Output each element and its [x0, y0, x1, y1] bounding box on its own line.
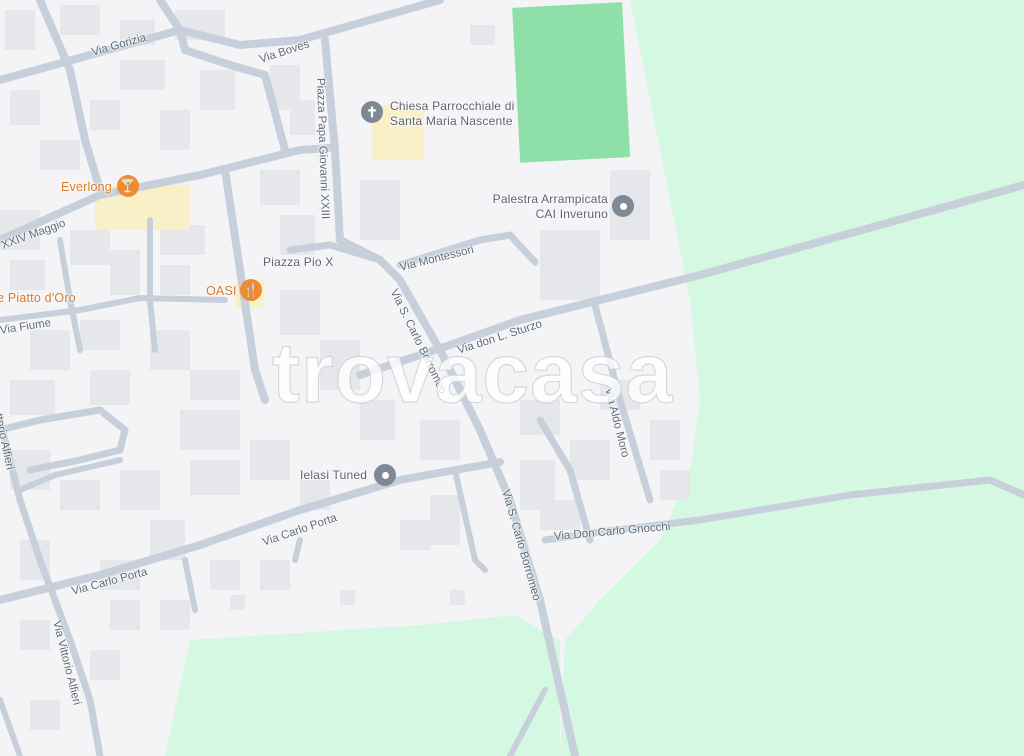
gym-pin-icon[interactable]: [612, 195, 634, 217]
church-label[interactable]: Chiesa Parrocchiale di Santa Maria Nasce…: [390, 99, 514, 129]
church-label-line2: Santa Maria Nascente: [390, 114, 513, 128]
gym-label[interactable]: Palestra Arrampicata CAI Inveruno: [485, 192, 608, 222]
everlong-label[interactable]: Everlong: [61, 180, 112, 194]
gym-label-line1: Palestra Arrampicata: [492, 192, 608, 206]
watermark: trovacasa: [271, 325, 674, 420]
ielasi-pin-icon[interactable]: [374, 464, 396, 486]
park-area-south: [165, 615, 560, 756]
sports-field: [512, 2, 631, 163]
gym-label-line2: CAI Inveruno: [535, 207, 608, 221]
cocktail-icon[interactable]: 🍸: [117, 175, 139, 197]
restaurant-icon[interactable]: 🍴: [240, 279, 262, 301]
map-canvas[interactable]: ✝ Chiesa Parrocchiale di Santa Maria Nas…: [0, 0, 1024, 756]
piazza-pio-label: Piazza Pio X: [263, 255, 334, 269]
piatto-label[interactable]: e Piatto d'Oro: [0, 291, 76, 305]
oasi-label[interactable]: OASI: [206, 284, 237, 298]
ielasi-label[interactable]: Ielasi Tuned: [300, 468, 367, 482]
church-icon[interactable]: ✝: [361, 101, 383, 123]
church-label-line1: Chiesa Parrocchiale di: [390, 99, 515, 113]
